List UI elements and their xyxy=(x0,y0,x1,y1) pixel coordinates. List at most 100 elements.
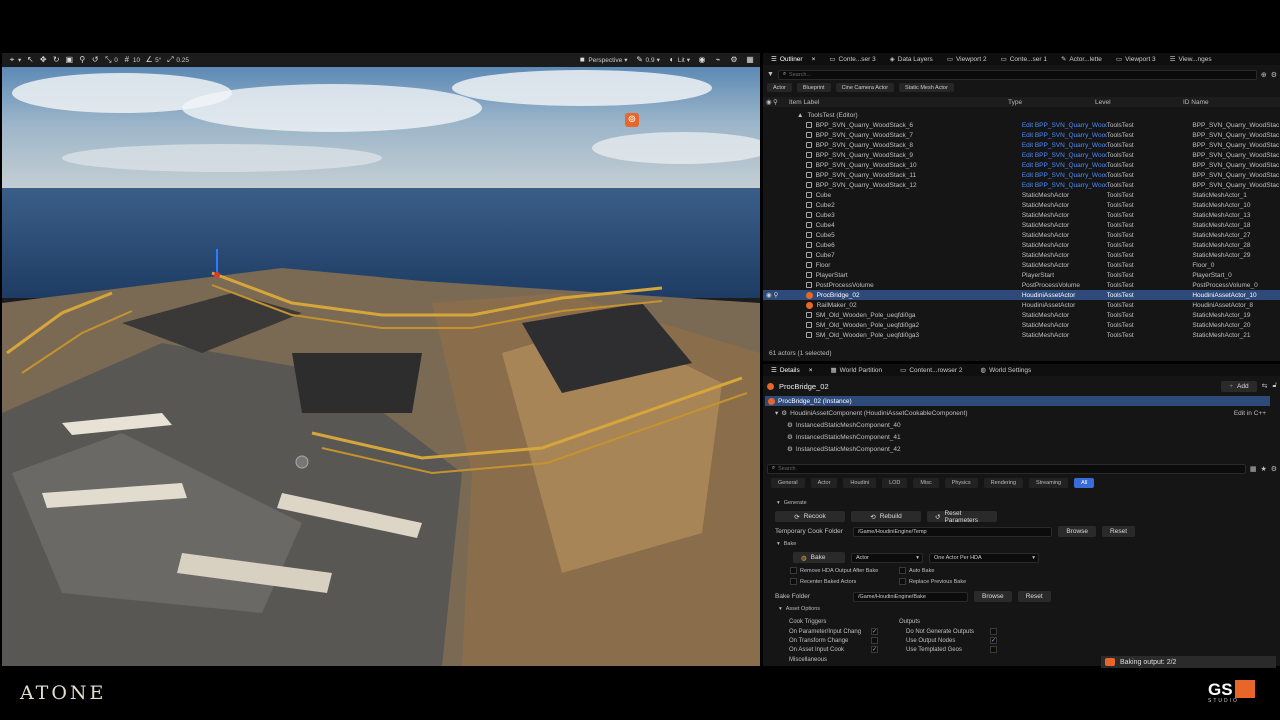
row-type[interactable]: Edit BPP_SVN_Quarry_Wooc xyxy=(1022,132,1107,139)
filter-chip-cine-camera[interactable]: Cine Camera Actor xyxy=(835,83,895,92)
asset-options-header[interactable]: ▾ Asset Options xyxy=(779,606,820,612)
add-filter-icon[interactable]: ⊕ xyxy=(1261,71,1267,79)
outliner-row[interactable]: BPP_SVN_Quarry_WoodStack_9 Edit BPP_SVN_Q… xyxy=(763,150,1280,160)
filter-chip-static-mesh[interactable]: Static Mesh Actor xyxy=(899,83,954,92)
outliner-row[interactable]: Cube5 StaticMeshActor ToolsTest StaticMeshA… xyxy=(763,230,1280,240)
category-all[interactable]: All xyxy=(1074,478,1095,488)
outliner-row[interactable]: BPP_SVN_Quarry_WoodStack_8 Edit BPP_SVN_Q… xyxy=(763,140,1280,150)
rebuild-button[interactable]: ⟲ Rebuild xyxy=(851,511,921,522)
bake-button[interactable]: ◍ Bake xyxy=(793,552,845,563)
outliner-row[interactable]: RailMaker_02 HoudiniAssetActor ToolsTest Ho… xyxy=(763,300,1280,310)
tab-world-settings[interactable]: ◍ World Settings xyxy=(980,366,1031,375)
rotate-icon[interactable]: ↻ xyxy=(52,56,60,64)
surface-snap-icon[interactable]: ↺ xyxy=(91,56,99,64)
outliner-root-row[interactable]: ▲ ToolsTest (Editor) xyxy=(763,110,1280,120)
on-transform-checkbox[interactable] xyxy=(871,637,878,644)
rotation-snap-button[interactable]: ∠ 5° xyxy=(145,56,162,64)
visibility-icon[interactable]: ◉ ⚲ xyxy=(763,291,783,299)
bake-mode-dropdown[interactable]: One Actor Per HDA ▾ xyxy=(929,552,1039,563)
reset-parameters-button[interactable]: ↺ Reset Parameters xyxy=(927,510,997,524)
table-view-icon[interactable]: ▦ xyxy=(1250,465,1257,473)
coordinate-system-icon[interactable]: ⚲ xyxy=(78,56,86,64)
remove-hda-checkbox[interactable] xyxy=(790,567,797,574)
show-flags-icon[interactable]: ◉ xyxy=(698,56,706,64)
tab-viewport-2[interactable]: ▭ Viewport 2 xyxy=(947,55,987,64)
column-item-label[interactable]: Item Label xyxy=(783,99,1008,106)
outliner-row[interactable]: Cube7 StaticMeshActor ToolsTest StaticMeshA… xyxy=(763,250,1280,260)
row-type[interactable]: Edit BPP_SVN_Quarry_Wooc xyxy=(1022,172,1107,179)
scale-snap-button[interactable]: ⤢ 0.25 xyxy=(166,56,189,64)
component-row[interactable]: ▾ ⚙ HoudiniAssetComponent (HoudiniAssetCoo… xyxy=(765,408,1270,418)
category-streaming[interactable]: Streaming xyxy=(1029,478,1069,488)
grid-snap-button[interactable]: ⤡ 0 xyxy=(104,56,118,64)
settings-icon[interactable]: ⚙ xyxy=(1271,71,1277,79)
bake-section-header[interactable]: ▾ Bake xyxy=(777,541,796,547)
subcomponent-row[interactable]: ⚙ InstancedStaticMeshComponent_40 xyxy=(765,420,901,430)
on-asset-input-checkbox[interactable]: ✓ xyxy=(871,646,878,653)
tab-content-browser-1[interactable]: ▭ Conte...ser 1 xyxy=(1001,55,1047,64)
pointer-icon[interactable]: ↖ xyxy=(26,56,34,64)
move-icon[interactable]: ✥ xyxy=(39,56,47,64)
outliner-row[interactable]: PlayerStart PlayerStart ToolsTest PlayerSta… xyxy=(763,270,1280,280)
replace-previous-checkbox[interactable] xyxy=(899,578,906,585)
filter-chip-blueprint[interactable]: Blueprint xyxy=(796,83,831,92)
pin-icon[interactable]: ⚲ xyxy=(773,98,783,106)
category-actor[interactable]: Actor xyxy=(810,478,838,488)
outliner-search-input[interactable]: ⌕ Search... xyxy=(777,69,1257,80)
star-icon[interactable]: ★ xyxy=(1260,465,1266,473)
outliner-row[interactable]: BPP_SVN_Quarry_WoodStack_10 Edit BPP_SVN_… xyxy=(763,160,1280,170)
add-component-button[interactable]: + Add xyxy=(1221,380,1257,392)
subcomponent-row[interactable]: ⚙ InstancedStaticMeshComponent_42 xyxy=(765,444,901,454)
bake-type-dropdown[interactable]: Actor ▾ xyxy=(851,552,923,563)
visibility-icon[interactable]: ◉ xyxy=(763,98,773,106)
auto-bake-checkbox[interactable] xyxy=(899,567,906,574)
outliner-row[interactable]: SM_Old_Wooden_Pole_ueqfdi0ga2 StaticMeshA… xyxy=(763,320,1280,330)
outliner-row[interactable]: Cube6 StaticMeshActor ToolsTest StaticMeshA… xyxy=(763,240,1280,250)
column-type[interactable]: Type xyxy=(1008,99,1095,106)
settings-icon[interactable]: ⚙ xyxy=(1271,465,1277,473)
outliner-row[interactable]: SM_Old_Wooden_Pole_ueqfdi0ga StaticMeshAc… xyxy=(763,310,1280,320)
layout-icon[interactable]: ▦ xyxy=(746,56,754,64)
filter-chip-actor[interactable]: Actor xyxy=(767,83,792,92)
close-icon[interactable]: × xyxy=(812,56,816,63)
tab-world-partition[interactable]: ▦ World Partition xyxy=(831,366,883,375)
browse-button[interactable]: Browse xyxy=(974,591,1012,602)
no-gen-outputs-checkbox[interactable] xyxy=(990,628,997,635)
level-viewport[interactable]: ⌖ ▾ ↖ ✥ ↻ ▣ ⚲ ↺ ⤡ 0 #10 ∠ 5° ⤢ 0.25 ■ Perspec… xyxy=(2,53,760,666)
instance-row[interactable]: ProcBridge_02 (Instance) xyxy=(765,396,1270,406)
outliner-row[interactable]: SM_Old_Wooden_Pole_ueqfdi0ga3 StaticMeshA… xyxy=(763,330,1280,340)
category-rendering[interactable]: Rendering xyxy=(983,478,1024,488)
scale-icon[interactable]: ▣ xyxy=(65,56,73,64)
tab-view-changes[interactable]: ☰ View...nges xyxy=(1170,55,1212,64)
outliner-row[interactable]: Floor StaticMeshActor ToolsTest Floor_0 xyxy=(763,260,1280,270)
row-type[interactable]: Edit BPP_SVN_Quarry_Wooc xyxy=(1022,182,1107,189)
outliner-row[interactable]: BPP_SVN_Quarry_WoodStack_11 Edit BPP_SVN_… xyxy=(763,170,1280,180)
select-mode-button[interactable]: ⌖ ▾ xyxy=(8,56,22,65)
category-physics[interactable]: Physics xyxy=(944,478,978,488)
use-output-nodes-checkbox[interactable]: ✓ xyxy=(990,637,997,644)
browse-button[interactable]: Browse xyxy=(1058,526,1097,537)
recook-button[interactable]: ⟳ Recook xyxy=(775,511,845,522)
outliner-row[interactable]: Cube StaticMeshActor ToolsTest StaticMeshAc… xyxy=(763,190,1280,200)
performance-icon[interactable]: ⌁ xyxy=(714,56,722,64)
row-type[interactable]: Edit BPP_SVN_Quarry_Wooc xyxy=(1022,162,1107,169)
tab-actor-palette[interactable]: ✎ Actor...lette xyxy=(1061,55,1102,64)
row-type[interactable]: Edit BPP_SVN_Quarry_Wooc xyxy=(1022,122,1107,129)
category-lod[interactable]: LOD xyxy=(882,478,908,488)
category-houdini[interactable]: Houdini xyxy=(843,478,877,488)
recenter-checkbox[interactable] xyxy=(790,578,797,585)
subcomponent-row[interactable]: ⚙ InstancedStaticMeshComponent_41 xyxy=(765,432,901,442)
outliner-row[interactable]: BPP_SVN_Quarry_WoodStack_7 Edit BPP_SVN_Q… xyxy=(763,130,1280,140)
settings-icon[interactable]: ⚙ xyxy=(730,56,738,64)
details-search-input[interactable]: ⌕ Search xyxy=(767,463,1246,474)
edit-cpp-link[interactable]: Edit in C++ xyxy=(1234,410,1270,417)
outliner-row[interactable]: BPP_SVN_Quarry_WoodStack_6 Edit BPP_SVN_Q… xyxy=(763,120,1280,130)
lock-icon[interactable]: 🔓︎ xyxy=(1272,382,1277,390)
close-icon[interactable]: × xyxy=(809,367,813,374)
category-misc[interactable]: Misc xyxy=(913,478,939,488)
outliner-row[interactable]: ◉ ⚲ ProcBridge_02 HoudiniAssetActor ToolsTe… xyxy=(763,290,1280,300)
tab-data-layers[interactable]: ◈ Data Layers xyxy=(890,55,933,64)
outliner-row[interactable]: PostProcessVolume PostProcessVolume ToolsT… xyxy=(763,280,1280,290)
outliner-row[interactable]: BPP_SVN_Quarry_WoodStack_12 Edit BPP_SVN_… xyxy=(763,180,1280,190)
perspective-dropdown[interactable]: ■ Perspective ▾ xyxy=(578,56,628,65)
